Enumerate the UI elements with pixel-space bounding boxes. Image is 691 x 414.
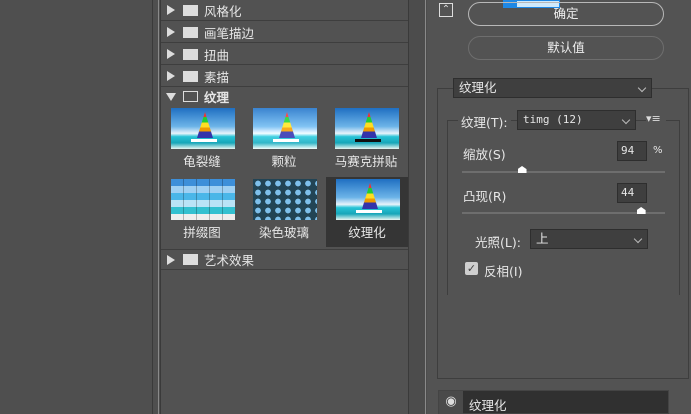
texture-label: 纹理(T): (458, 112, 511, 131)
filter-label: 染色玻璃 (258, 225, 309, 240)
expand-icon (167, 49, 175, 59)
filter-grain[interactable]: 颗粒 (243, 106, 325, 176)
divider (152, 0, 153, 414)
folder-icon (183, 4, 198, 16)
category-sketch[interactable]: 素描 (161, 66, 408, 87)
filter-label: 马赛克拼贴 (334, 154, 398, 169)
filter-stained-glass[interactable]: 染色玻璃 (243, 177, 325, 247)
filter-thumbnail (171, 108, 235, 149)
filter-thumbnail (253, 179, 317, 220)
texture-select[interactable]: timg (12) (517, 110, 636, 130)
category-label: 素描 (204, 69, 230, 85)
category-distort[interactable]: 扭曲 (161, 44, 408, 65)
filter-patchwork[interactable]: 拼缀图 (161, 177, 243, 247)
divider (158, 0, 159, 414)
filter-select[interactable]: 纹理化 (453, 78, 652, 98)
folder-icon (183, 48, 198, 60)
divider (425, 0, 426, 414)
relief-label: 凸现(R) (463, 189, 507, 204)
category-label: 纹理 (204, 90, 230, 105)
folder-open-icon (183, 91, 198, 102)
eye-icon[interactable]: ◉ (439, 391, 463, 414)
expand-icon (167, 71, 175, 81)
filter-craquelure[interactable]: 龟裂缝 (161, 106, 243, 176)
layer-label: 纹理化 (469, 398, 507, 413)
folder-icon (183, 70, 198, 82)
collapse-icon (166, 92, 176, 101)
light-label: 光照(L): (475, 235, 521, 250)
expand-icon (167, 254, 175, 265)
filter-mosaic-tiles[interactable]: 马赛克拼贴 (325, 106, 407, 176)
chevron-down-icon (637, 83, 647, 93)
scale-slider[interactable] (462, 166, 665, 173)
folder-icon (183, 254, 198, 265)
category-texture[interactable]: 纹理 (161, 86, 408, 107)
light-select-value: 上 (536, 231, 549, 246)
effect-layer[interactable]: ◉ 纹理化 (438, 390, 669, 414)
scale-input[interactable]: 94 (617, 141, 647, 161)
filter-thumbnail (336, 179, 400, 220)
category-label: 艺术效果 (204, 253, 255, 268)
light-select[interactable]: 上 (530, 229, 648, 249)
default-button[interactable]: 默认值 (468, 36, 664, 60)
folder-icon (183, 26, 198, 38)
scale-label: 缩放(S) (463, 147, 506, 162)
chevron-down-icon (633, 234, 643, 244)
filter-texturizer[interactable]: 纹理化 (326, 177, 408, 247)
filter-label: 拼缀图 (183, 225, 221, 240)
chevron-down-icon (621, 115, 631, 125)
filter-label: 纹理化 (348, 225, 386, 240)
relief-input[interactable]: 44 (617, 183, 647, 203)
category-label: 画笔描边 (204, 25, 255, 41)
invert-checkbox[interactable]: ✓ (465, 262, 478, 275)
filter-thumbnail (171, 179, 235, 220)
category-artistic[interactable]: 艺术效果 (161, 249, 408, 270)
relief-slider[interactable] (462, 207, 665, 214)
ok-button[interactable]: 确定 (468, 2, 664, 26)
filter-thumbnail (253, 108, 317, 149)
filter-label: 颗粒 (271, 154, 297, 169)
category-stylize[interactable]: 风格化 (161, 0, 408, 21)
category-label: 风格化 (204, 3, 242, 19)
expand-icon (167, 5, 175, 15)
texture-select-value: timg (12) (523, 113, 583, 126)
category-label: 扭曲 (204, 47, 230, 63)
collapse-thumbnails-icon[interactable]: ⌃ (439, 3, 453, 17)
texture-menu-icon[interactable]: ▾≡ (646, 112, 666, 126)
scale-unit: % (653, 145, 663, 156)
filter-select-value: 纹理化 (459, 80, 497, 95)
invert-label: 反相(I) (484, 264, 523, 279)
filter-label: 龟裂缝 (183, 154, 221, 169)
category-brush-strokes[interactable]: 画笔描边 (161, 22, 408, 43)
filter-thumbnail (335, 108, 399, 149)
expand-icon (167, 27, 175, 37)
filter-category-list: 风格化 画笔描边 扭曲 素描 纹理 龟裂缝 颗粒 马赛克拼贴 拼缀图 染色玻璃 … (161, 0, 408, 414)
